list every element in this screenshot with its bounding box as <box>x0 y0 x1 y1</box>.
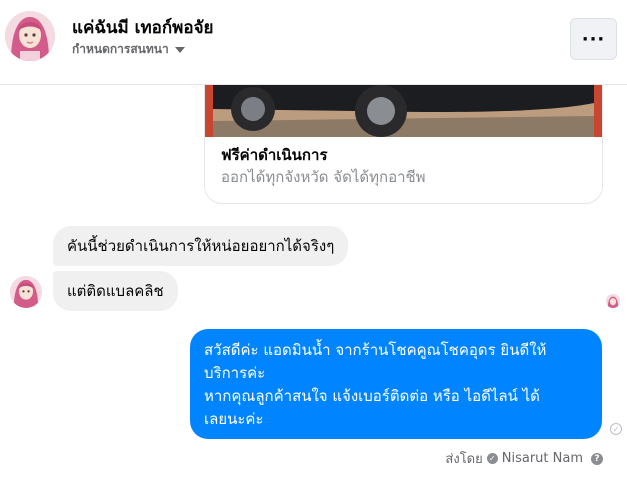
conversation-settings-dropdown[interactable]: กำหนดการสนทนา <box>72 40 185 59</box>
outgoing-message-line: หากคุณลูกค้าสนใจ แจ้งเบอร์ติดต่อ หรือ ไอ… <box>204 387 540 405</box>
sent-by-info: ส่งโดย ✓ Nisarut Nam ? <box>445 448 603 469</box>
contact-name[interactable]: แค่ฉันมี เทอก์พอจัย <box>72 14 214 41</box>
card-title: ฟรีค่าดำเนินการ <box>221 146 328 164</box>
more-icon: ··· <box>581 28 606 50</box>
conversation-header: แค่ฉันมี เทอก์พอจัย กำหนดการสนทนา ··· <box>0 0 627 85</box>
outgoing-message[interactable]: สวัสดีค่ะ แอดมินน้ำ จากร้านโชคคูณโชคอุดร… <box>190 329 602 439</box>
contact-avatar[interactable] <box>5 11 55 61</box>
seen-by-avatar <box>606 294 620 308</box>
conversation-settings-label: กำหนดการสนทนา <box>72 42 169 56</box>
outgoing-message-line: เลยนะค่ะ <box>204 410 264 428</box>
outgoing-message-line: บริการค่ะ <box>204 364 266 382</box>
sent-by-label: ส่งโดย <box>445 452 483 467</box>
verified-icon: ✓ <box>486 453 498 464</box>
contact-avatar-small[interactable] <box>10 276 42 308</box>
sender-name[interactable]: Nisarut Nam <box>502 451 583 466</box>
card-subtitle: ออกได้ทุกจังหวัด จัดได้ทุกอาชีพ <box>221 168 426 186</box>
chevron-down-icon <box>174 46 185 53</box>
incoming-message[interactable]: คันนี้ช่วยดำเนินการให้หน่อยอยากได้จริงๆ <box>53 226 349 266</box>
outgoing-message-line: สวัสดีค่ะ แอดมินน้ำ จากร้านโชคคูณโชคอุดร… <box>204 341 547 359</box>
more-options-button[interactable]: ··· <box>570 18 617 60</box>
incoming-message[interactable]: แต่ติดแบลคลิช <box>53 271 178 311</box>
check-circle-icon: ✓ <box>610 423 622 435</box>
help-icon[interactable]: ? <box>591 452 603 465</box>
